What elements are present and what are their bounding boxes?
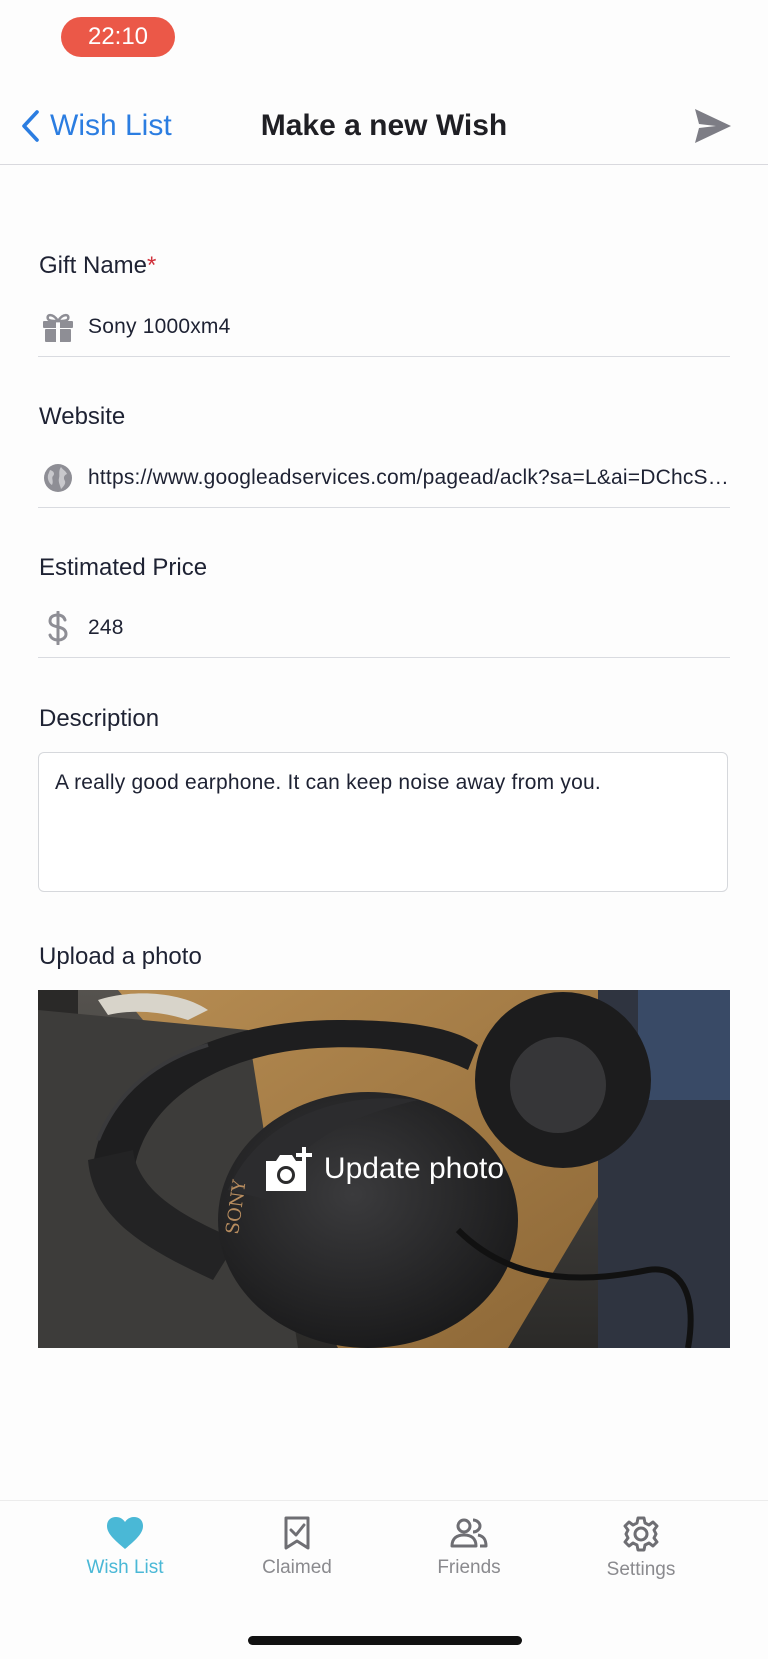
globe-icon xyxy=(40,460,76,496)
status-time: 22:10 xyxy=(61,17,175,57)
upload-photo-label: Upload a photo xyxy=(39,943,202,970)
website-field[interactable]: https://www.googleadservices.com/pagead/… xyxy=(38,449,730,508)
heart-icon xyxy=(107,1517,143,1549)
update-photo-button[interactable]: Update photo xyxy=(38,990,730,1348)
tab-wish-list-label: Wish List xyxy=(86,1557,164,1578)
description-textarea[interactable]: A really good earphone. It can keep nois… xyxy=(38,752,728,892)
required-mark: * xyxy=(147,252,157,279)
send-icon xyxy=(695,109,731,143)
tab-claimed-label: Claimed xyxy=(262,1557,332,1578)
people-icon xyxy=(450,1518,488,1548)
home-indicator xyxy=(248,1636,522,1645)
tab-settings[interactable]: Settings xyxy=(571,1515,711,1595)
back-button[interactable]: Wish List xyxy=(20,100,172,152)
gift-name-label-text: Gift Name xyxy=(39,252,148,279)
dollar-icon xyxy=(40,610,76,646)
tab-claimed[interactable]: Claimed xyxy=(227,1515,367,1595)
website-label: Website xyxy=(39,403,126,430)
estimated-price-field[interactable]: 248 xyxy=(38,599,730,658)
bookmark-check-icon xyxy=(284,1516,310,1550)
gift-name-input[interactable]: Sony 1000xm4 xyxy=(88,315,730,339)
gift-name-field[interactable]: Sony 1000xm4 xyxy=(38,298,730,357)
estimated-price-label: Estimated Price xyxy=(39,554,208,581)
tab-friends-label: Friends xyxy=(437,1557,501,1578)
gift-icon xyxy=(40,309,76,345)
website-input[interactable]: https://www.googleadservices.com/pagead/… xyxy=(88,466,730,490)
estimated-price-input[interactable]: 248 xyxy=(88,616,730,640)
update-photo-label: Update photo xyxy=(323,1152,505,1185)
camera-plus-icon xyxy=(265,1147,312,1191)
gear-icon xyxy=(623,1516,659,1552)
chevron-left-icon xyxy=(22,110,39,142)
send-button[interactable] xyxy=(692,105,734,147)
tab-friends[interactable]: Friends xyxy=(399,1515,539,1595)
status-bar: 22:10 xyxy=(0,0,768,80)
tab-settings-label: Settings xyxy=(606,1559,676,1580)
navigation-bar: Wish List Make a new Wish xyxy=(0,88,768,165)
gift-name-label: Gift Name* xyxy=(39,252,156,280)
tab-wish-list[interactable]: Wish List xyxy=(55,1515,195,1595)
description-label: Description xyxy=(39,705,160,732)
photo-preview[interactable]: SONY Update photo xyxy=(38,990,730,1348)
back-button-label: Wish List xyxy=(50,109,172,142)
